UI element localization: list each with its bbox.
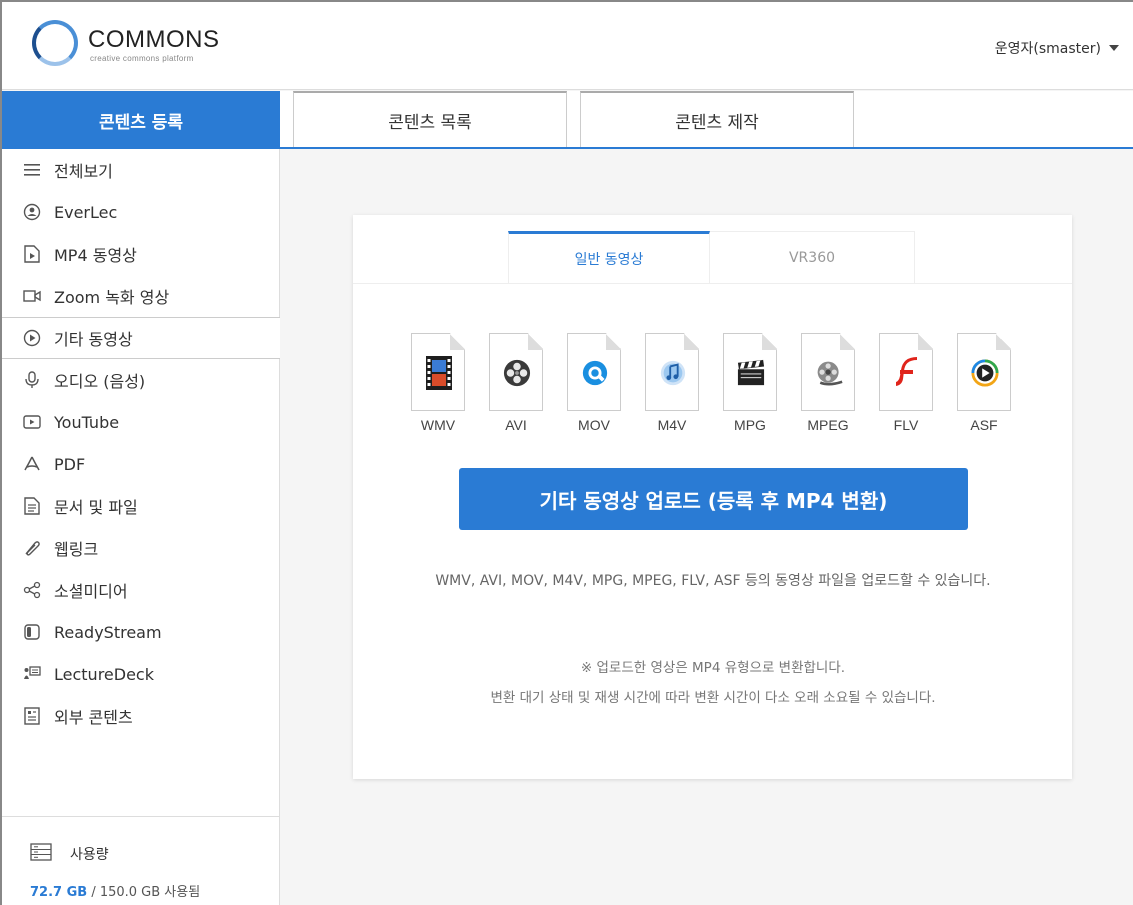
sidebar-item-label: 외부 콘텐츠 [54,708,133,727]
sidebar: 전체보기 EverLec MP4 동영상 Zoom 녹화 영상 기타 동영상 오… [2,149,280,905]
sidebar-item-mp4[interactable]: MP4 동영상 [2,233,280,275]
wmv-film-icon [425,356,453,390]
format-label: M4V [657,417,687,433]
readystream-icon [22,622,42,642]
format-avi: AVI [485,333,547,443]
tab-content-make[interactable]: 콘텐츠 제작 [580,91,854,147]
usage-value: 72.7 GB / 150.0 GB 사용됨 [30,881,200,900]
zoom-camera-icon [22,286,42,306]
sidebar-item-pdf[interactable]: PDF [2,443,280,485]
upload-description: WMV, AVI, MOV, M4V, MPG, MPEG, FLV, ASF … [435,573,991,589]
itunes-icon [659,357,687,389]
link-icon [22,538,42,558]
top-header: COMMONS creative commons platform 운영자(sm… [2,2,1133,90]
logo-circle-icon [32,20,78,66]
format-mov: MOV [563,333,625,443]
microphone-icon [22,370,42,390]
sidebar-item-label: 웹링크 [54,540,99,559]
video-file-icon [22,244,42,264]
sidebar-item-weblink[interactable]: 웹링크 [2,527,280,569]
sidebar-item-social[interactable]: 소셜미디어 [2,569,280,611]
tab-content-register[interactable]: 콘텐츠 등록 [2,91,280,149]
format-mpeg: MPEG [797,333,859,443]
menu-icon [22,160,42,180]
supported-formats: WMV AVI MOV M4V MPG MPEG FLV ASF [407,333,1027,443]
note-line-2: 변환 대기 상태 및 재생 시간에 따라 변환 시간이 다소 오래 소요될 수 … [490,690,936,706]
app-window: COMMONS creative commons platform 운영자(sm… [0,0,1133,905]
usage-total: / 150.0 GB 사용됨 [87,885,201,900]
sidebar-item-label: 기타 동영상 [54,330,133,349]
format-m4v: M4V [641,333,703,443]
sidebar-item-label: LectureDeck [54,664,154,684]
play-circle-icon [22,328,42,348]
sidebar-item-label: ReadyStream [54,622,162,642]
user-name: 운영자(smaster) [994,41,1101,57]
chevron-down-icon [1109,45,1119,51]
format-asf: ASF [953,333,1015,443]
usage-used: 72.7 GB [30,885,88,900]
logo-subtext: creative commons platform [90,54,194,63]
sidebar-item-label: 오디오 (음성) [54,372,146,391]
sidebar-item-audio[interactable]: 오디오 (음성) [2,359,280,401]
quicktime-icon [581,357,609,389]
sidebar-item-label: MP4 동영상 [54,246,137,265]
sidebar-item-lecturedeck[interactable]: LectureDeck [2,653,280,695]
format-label: WMV [420,417,456,433]
sidebar-item-document[interactable]: 문서 및 파일 [2,485,280,527]
sidebar-item-readystream[interactable]: ReadyStream [2,611,280,653]
content-tabs: 콘텐츠 등록 콘텐츠 목록 콘텐츠 제작 [2,91,1133,149]
commons-logo[interactable]: COMMONS creative commons platform [32,18,232,70]
avi-reel-icon [503,357,531,389]
sidebar-item-all[interactable]: 전체보기 [2,149,280,191]
upload-card: 일반 동영상 VR360 WMV AVI MOV M4V MPG MPEG FL… [353,215,1072,779]
usage-label: 사용량 [70,847,109,863]
sidebar-item-label: YouTube [54,412,120,432]
format-label: MPG [734,417,766,433]
sidebar-item-label: Zoom 녹화 영상 [54,288,170,307]
storage-icon [30,843,52,865]
sidebar-item-label: EverLec [54,202,118,222]
film-reel-icon [815,357,843,389]
clapperboard-icon [737,357,765,389]
sidebar-item-label: 문서 및 파일 [54,498,138,517]
format-label: AVI [505,417,527,433]
media-player-icon [971,357,999,389]
tab-content-list[interactable]: 콘텐츠 목록 [293,91,567,147]
storage-usage: 사용량 72.7 GB / 150.0 GB 사용됨 [2,816,280,905]
sidebar-item-zoom[interactable]: Zoom 녹화 영상 [2,275,280,317]
sidebar-item-label: PDF [54,454,86,474]
flash-icon [893,357,921,389]
document-icon [22,496,42,516]
lecturedeck-icon [22,664,42,684]
tab-general-video[interactable]: 일반 동영상 [508,231,710,283]
sidebar-item-label: 소셜미디어 [54,582,128,601]
format-label: MOV [578,417,610,433]
sidebar-item-everlec[interactable]: EverLec [2,191,280,233]
everlec-icon [22,202,42,222]
format-label: MPEG [807,417,849,433]
format-label: ASF [970,417,998,433]
format-wmv: WMV [407,333,469,443]
format-mpg: MPG [719,333,781,443]
sidebar-item-external[interactable]: 외부 콘텐츠 [2,695,280,737]
share-icon [22,580,42,600]
logo-text: COMMONS [88,26,220,53]
pdf-icon [22,454,42,474]
sidebar-item-youtube[interactable]: YouTube [2,401,280,443]
external-content-icon [22,706,42,726]
divider [353,283,1072,284]
user-menu[interactable]: 운영자(smaster) [995,38,1119,58]
format-label: FLV [893,417,919,433]
sidebar-item-other-video[interactable]: 기타 동영상 [2,317,280,359]
upload-other-video-button[interactable]: 기타 동영상 업로드 (등록 후 MP4 변환) [459,468,968,530]
format-flv: FLV [875,333,937,443]
sidebar-item-label: 전체보기 [54,162,113,181]
tab-vr360[interactable]: VR360 [710,231,915,283]
youtube-icon [22,412,42,432]
conversion-note: ※ 업로드한 영상은 MP4 유형으로 변환합니다. 변환 대기 상태 및 재생… [393,653,1033,713]
note-line-1: ※ 업로드한 영상은 MP4 유형으로 변환합니다. [580,660,846,676]
